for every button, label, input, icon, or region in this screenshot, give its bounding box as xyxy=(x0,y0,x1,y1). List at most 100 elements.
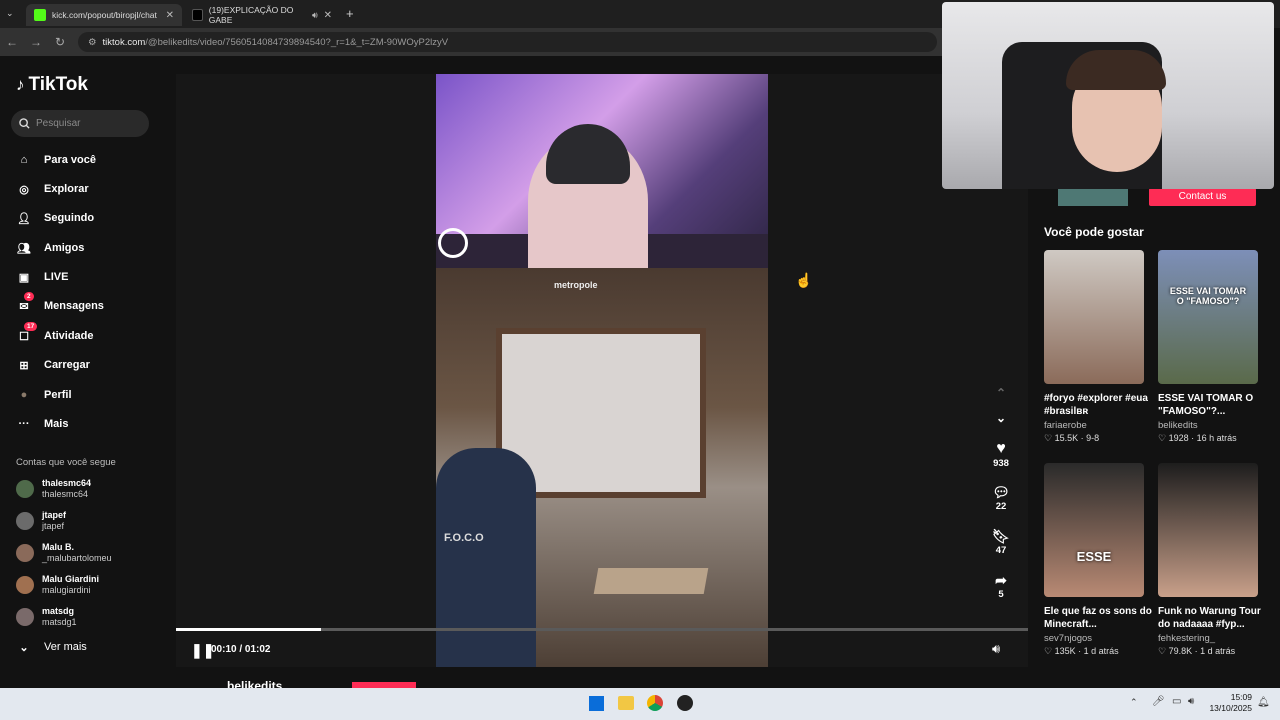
share-button[interactable]: ➦ 5 xyxy=(988,572,1014,600)
upload-icon: ⊞ xyxy=(19,359,29,372)
comment-button[interactable]: 💬︎ 22 xyxy=(988,484,1014,512)
sidebar-item-label: LIVE xyxy=(44,271,69,283)
kick-favicon-icon xyxy=(34,9,46,21)
app-icon[interactable] xyxy=(677,695,693,711)
activity-icon: ☐ 17 xyxy=(16,322,38,344)
recommended-video-thumbnail[interactable] xyxy=(1044,250,1144,384)
volume-icon[interactable]: 🔊︎ xyxy=(992,641,1000,657)
account-handle: thalesmc64 xyxy=(42,489,89,499)
video-caption: Ele que faz os sons do Minecraft... xyxy=(1044,606,1152,630)
sidebar-item-mensagens[interactable]: ✉ 2 Mensagens xyxy=(16,292,104,316)
back-icon[interactable]: ← xyxy=(0,35,24,49)
tray-chevron-icon[interactable]: ⌃ xyxy=(1130,697,1138,708)
url-path: /@belikedits/video/7560514084739894540?_… xyxy=(145,36,449,48)
followed-account[interactable]: Malu B. _malubartolomeu xyxy=(16,540,112,566)
share-icon: ➦ xyxy=(995,572,1007,588)
sidebar-item-carregar[interactable]: ⊞ Carregar xyxy=(16,355,90,375)
like-count: 1928 xyxy=(1168,433,1189,443)
save-button[interactable]: 🔖︎ 47 xyxy=(988,528,1014,556)
tab-list-chevron-icon[interactable]: ⌄ xyxy=(6,8,14,19)
close-tab-icon[interactable]: ✕ xyxy=(324,10,332,21)
close-tab-icon[interactable]: ✕ xyxy=(166,10,174,21)
account-handle: malugiardini xyxy=(42,585,91,595)
speaker-tray-icon[interactable]: 🔊︎ xyxy=(1188,696,1194,707)
chevron-down-icon: ⌄ xyxy=(19,641,29,654)
reload-icon[interactable]: ↻ xyxy=(48,35,72,49)
avatar xyxy=(16,576,34,594)
account-name: thalesmc64 xyxy=(42,478,92,488)
thumbnail-caption: ESSE VAI TOMAR O "FAMOSO"? xyxy=(1169,286,1247,306)
followed-account[interactable]: matsdg matsdg1 xyxy=(16,604,77,630)
followed-account[interactable]: thalesmc64 thalesmc64 xyxy=(16,476,91,502)
microphone-icon[interactable]: 🎤︎ xyxy=(1152,696,1165,707)
search-icon xyxy=(19,118,30,129)
mouse-cursor-icon: ☝ xyxy=(795,272,813,288)
recommended-video-info[interactable]: Funk no Warung Tour do nadaaaa #fyp... fe… xyxy=(1158,605,1270,657)
network-icon[interactable]: ▭ xyxy=(1172,696,1181,707)
followed-account[interactable]: jtapef jtapef xyxy=(16,508,66,534)
sidebar-item-live[interactable]: ▣ LIVE xyxy=(16,267,69,287)
sidebar-item-label: Carregar xyxy=(44,359,90,371)
heart-icon: ♡ xyxy=(1158,433,1169,443)
video-author: fehkestering_ xyxy=(1158,633,1216,644)
chrome-icon[interactable] xyxy=(647,695,663,711)
comment-icon: 💬︎ xyxy=(992,484,1010,500)
search-input[interactable]: Pesquisar xyxy=(11,110,149,137)
speaker-icon[interactable]: 🔊︎ xyxy=(312,10,318,21)
see-more-button[interactable]: ⌄ Ver mais xyxy=(16,637,87,657)
recommended-video-thumbnail[interactable]: ESSE xyxy=(1044,463,1144,597)
file-explorer-icon[interactable] xyxy=(618,696,634,710)
account-name: matsdg xyxy=(42,606,75,616)
recommended-video-thumbnail[interactable] xyxy=(1158,463,1258,597)
sidebar-item-explorar[interactable]: ◎ Explorar xyxy=(16,179,88,199)
new-tab-icon[interactable]: + xyxy=(346,6,354,21)
sidebar-item-atividade[interactable]: ☐ 17 Atividade xyxy=(16,322,94,346)
taskbar-clock[interactable]: 15:09 13/10/2025 xyxy=(1198,692,1252,714)
post-date: 1 d atrás xyxy=(1200,646,1236,656)
previous-video-icon[interactable]: ⌃ xyxy=(988,386,1014,400)
sidebar-item-label: Atividade xyxy=(44,330,94,342)
video-caption: #foryo #explorer #eua #brasilʙʀ xyxy=(1044,393,1148,417)
recommended-video-thumbnail[interactable]: ESSE VAI TOMAR O "FAMOSO"? xyxy=(1158,250,1258,384)
following-icon: 👤︎ xyxy=(17,212,31,225)
tiktok-logo[interactable]: ♪ TikTok xyxy=(16,74,88,96)
notification-bell-icon[interactable]: 🔔︎ xyxy=(1257,697,1270,708)
avatar xyxy=(16,544,34,562)
tab-tiktok[interactable]: (19)EXPLICAÇÃO DO GABE 🔊︎ ✕ xyxy=(184,4,340,26)
game-watermark: metropole xyxy=(554,280,598,290)
see-more-label: Ver mais xyxy=(44,641,87,653)
like-button[interactable]: ♥ 938 xyxy=(988,440,1014,469)
notification-badge: 17 xyxy=(24,322,38,331)
progress-fill xyxy=(176,628,321,631)
followed-account[interactable]: Malu Giardini malugiardini xyxy=(16,572,99,598)
url-field[interactable]: ⚙ tiktok.com/@belikedits/video/756051408… xyxy=(78,32,937,52)
recommended-video-info[interactable]: Ele que faz os sons do Minecraft... sev7n… xyxy=(1044,605,1156,657)
forward-icon[interactable]: → xyxy=(24,35,48,49)
windows-start-icon[interactable] xyxy=(589,696,604,711)
webcam-overlay xyxy=(942,2,1274,189)
recommended-video-info[interactable]: #foryo #explorer #eua #brasilʙʀ fariaerob… xyxy=(1044,392,1156,444)
tiktok-note-icon: ♪ xyxy=(16,75,25,94)
post-date: 1 d atrás xyxy=(1083,646,1119,656)
account-name: Malu B. xyxy=(42,542,75,552)
sidebar-item-para-voc-[interactable]: ⌂ Para você xyxy=(16,150,96,170)
sidebar-item-perfil[interactable]: ● Perfil xyxy=(16,385,72,405)
contact-us-button[interactable]: Contact us xyxy=(1149,188,1256,206)
sidebar-item-label: Seguindo xyxy=(44,212,95,224)
compass-icon: ◎ xyxy=(19,183,29,196)
avatar xyxy=(16,480,34,498)
site-info-icon[interactable]: ⚙ xyxy=(88,37,97,48)
following-header: Contas que você segue xyxy=(16,457,116,468)
sidebar-item-seguindo[interactable]: 👤︎ Seguindo xyxy=(16,208,94,228)
messages-icon: ✉ 2 xyxy=(16,292,34,314)
next-video-icon[interactable]: ⌄ xyxy=(988,411,1014,425)
tab-kick-chat[interactable]: kick.com/popout/biropjl/chat ✕ xyxy=(26,4,182,26)
recommended-video-info[interactable]: ESSE VAI TOMAR O "FAMOSO"?... belikedits ♡… xyxy=(1158,392,1270,444)
post-date: 16 h atrás xyxy=(1196,433,1237,443)
account-name: jtapef xyxy=(42,510,67,520)
sidebar-item-mais[interactable]: ··· Mais xyxy=(16,414,69,434)
video-caption: ESSE VAI TOMAR O "FAMOSO"?... xyxy=(1158,393,1254,417)
video-streamer-cam xyxy=(436,74,768,268)
sidebar-item-amigos[interactable]: 👥︎ Amigos xyxy=(16,238,84,258)
heart-icon: ♡ xyxy=(1044,646,1055,656)
